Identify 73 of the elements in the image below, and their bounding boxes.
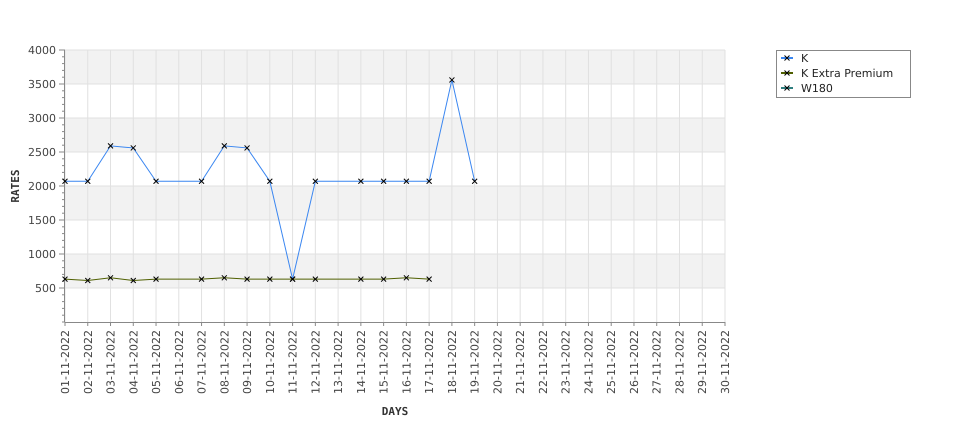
tick-label: 19-11-2022 <box>468 330 482 394</box>
tick-label: 4000 <box>28 44 56 57</box>
data-point <box>358 276 364 282</box>
data-point <box>266 178 273 184</box>
tick-label: 22-11-2022 <box>536 330 550 394</box>
data-point <box>221 274 228 281</box>
tick-label: 17-11-2022 <box>423 330 436 394</box>
data-point <box>108 142 114 149</box>
tick-label: 30-11-2022 <box>719 330 732 394</box>
tick-label: 10-11-2022 <box>264 330 277 394</box>
axis-title: DAYS <box>382 405 408 418</box>
data-point <box>312 276 318 282</box>
data-point <box>266 276 273 282</box>
data-point <box>62 178 68 184</box>
tick-label: 25-11-2022 <box>605 330 618 394</box>
tick-label: 1500 <box>28 214 56 227</box>
tick-label: 1000 <box>28 248 56 261</box>
tick-label: 3500 <box>28 78 56 91</box>
tick-label: 21-11-2022 <box>514 330 528 394</box>
data-point <box>403 178 410 184</box>
data-point <box>244 144 250 151</box>
tick-label: 29-11-2022 <box>696 330 710 394</box>
data-point <box>426 178 432 184</box>
data-point <box>130 144 136 151</box>
tick-label: 07-11-2022 <box>196 330 209 394</box>
data-point <box>108 274 114 281</box>
tick-label: 2500 <box>28 146 56 159</box>
tick-label: 28-11-2022 <box>673 330 686 394</box>
data-point <box>198 276 205 282</box>
tick-label: 04-11-2022 <box>127 330 140 394</box>
tick-label: 03-11-2022 <box>104 330 118 394</box>
tick-label: 23-11-2022 <box>560 330 573 394</box>
tick-label: 16-11-2022 <box>400 330 414 394</box>
tick-label: 01-11-2022 <box>59 330 72 394</box>
tick-label: 11-11-2022 <box>286 330 300 394</box>
data-point <box>426 276 432 282</box>
tick-label: 09-11-2022 <box>241 330 254 394</box>
data-point <box>380 178 387 184</box>
legend-label: W180 <box>801 82 833 95</box>
data-point <box>358 178 364 184</box>
data-point <box>84 178 91 184</box>
tick-label: 26-11-2022 <box>628 330 641 394</box>
data-point <box>221 142 228 149</box>
tick-label: 13-11-2022 <box>332 330 346 394</box>
tick-label: 05-11-2022 <box>150 330 164 394</box>
tick-label: 27-11-2022 <box>650 330 664 394</box>
data-point <box>153 178 160 184</box>
legend-label: K <box>801 52 808 65</box>
tick-label: 15-11-2022 <box>378 330 391 394</box>
tick-label: 12-11-2022 <box>309 330 322 394</box>
data-point <box>153 276 160 282</box>
data-point <box>380 276 387 282</box>
data-point <box>62 276 68 282</box>
data-point <box>312 178 318 184</box>
data-point <box>448 76 455 83</box>
data-point <box>198 178 205 184</box>
tick-label: 08-11-2022 <box>218 330 232 394</box>
axis-title: RATES <box>9 169 22 203</box>
tick-label: 500 <box>35 282 56 295</box>
data-point <box>472 178 478 184</box>
tick-label: 14-11-2022 <box>354 330 368 394</box>
data-point <box>130 278 136 284</box>
tick-label: 02-11-2022 <box>82 330 95 394</box>
tick-label: 3000 <box>28 112 56 125</box>
tick-label: 2000 <box>28 180 56 193</box>
tick-label: 20-11-2022 <box>491 330 504 394</box>
data-point <box>403 274 410 281</box>
tick-label: 06-11-2022 <box>172 330 186 394</box>
legend-label: K Extra Premium <box>801 67 894 80</box>
data-point <box>84 278 91 284</box>
tick-label: 18-11-2022 <box>446 330 459 394</box>
data-point <box>244 276 250 282</box>
tick-label: 24-11-2022 <box>582 330 596 394</box>
